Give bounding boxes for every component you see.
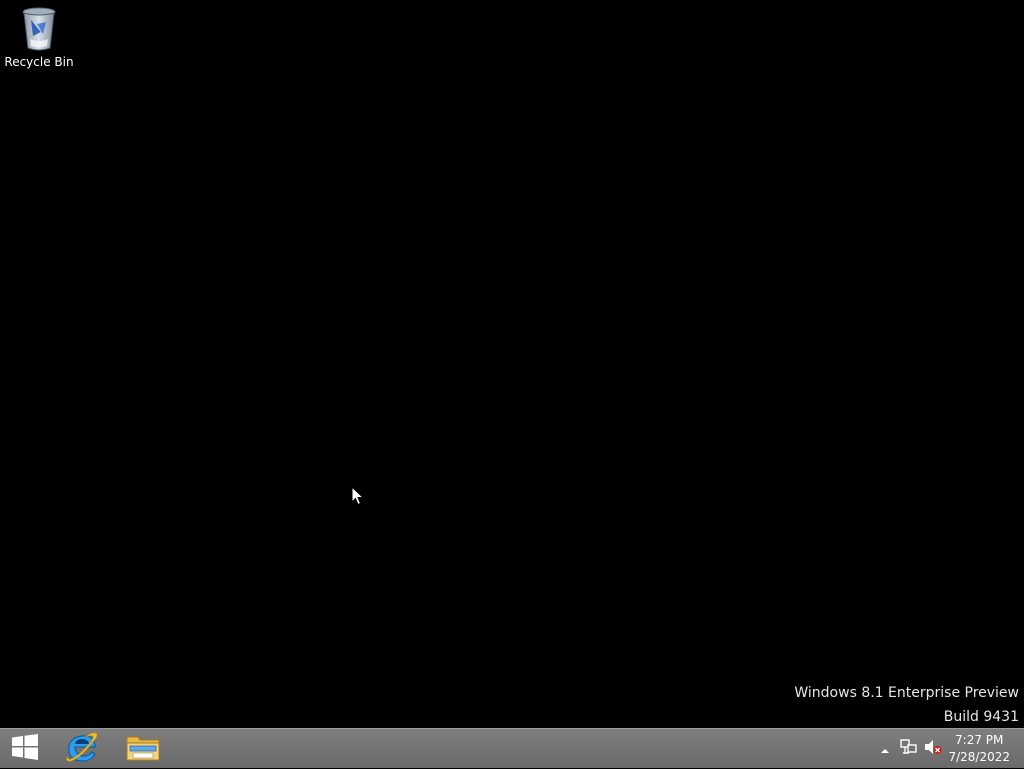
desktop[interactable]: Recycle Bin Windows 8.1 Enterprise Previ… <box>0 0 1024 728</box>
show-hidden-icons-button[interactable] <box>876 740 894 758</box>
taskbar: 7:27 PM 7/28/2022 <box>0 728 1024 768</box>
recycle-bin-label: Recycle Bin <box>4 55 74 69</box>
file-explorer-taskbar-button[interactable] <box>116 729 170 769</box>
internet-explorer-taskbar-button[interactable] <box>55 729 109 769</box>
volume-tray-button[interactable] <box>924 740 942 758</box>
volume-muted-icon <box>924 739 942 759</box>
watermark-build: Build 9431 <box>943 709 1019 725</box>
notification-area: 7:27 PM 7/28/2022 <box>864 729 1024 769</box>
mouse-pointer-icon <box>351 485 365 506</box>
watermark-edition: Windows 8.1 Enterprise Preview <box>794 685 1019 701</box>
windows-logo-icon <box>11 733 39 765</box>
recycle-bin-icon <box>4 6 74 52</box>
chevron-up-icon <box>880 740 890 759</box>
network-icon <box>900 739 918 759</box>
taskbar-clock[interactable]: 7:27 PM 7/28/2022 <box>948 732 1010 766</box>
network-tray-button[interactable] <box>900 739 918 759</box>
start-button[interactable] <box>0 729 50 769</box>
clock-time: 7:27 PM <box>955 733 1004 747</box>
clock-date: 7/28/2022 <box>948 750 1010 764</box>
internet-explorer-icon <box>65 730 99 768</box>
folder-icon <box>126 732 160 766</box>
recycle-bin-shortcut[interactable]: Recycle Bin <box>4 6 74 74</box>
windows-build-watermark: Windows 8.1 Enterprise Preview Build 943… <box>794 681 1019 729</box>
